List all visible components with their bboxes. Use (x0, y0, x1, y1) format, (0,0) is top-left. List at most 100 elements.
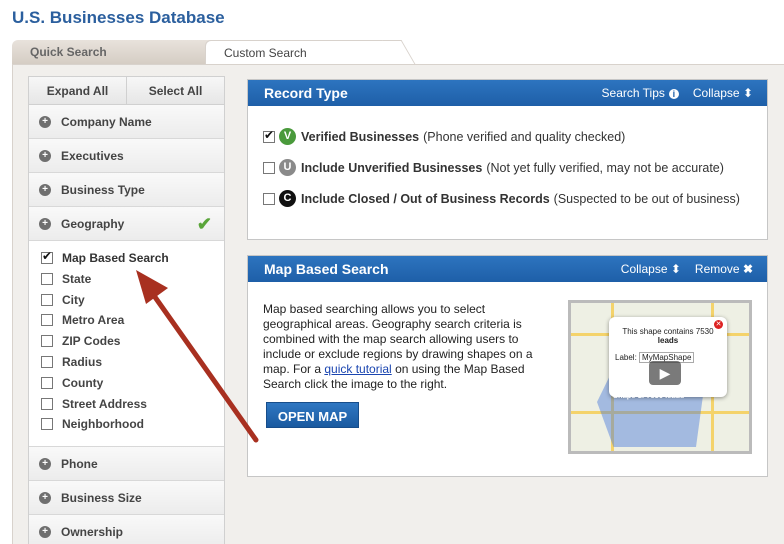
geo-option-label: County (62, 375, 104, 390)
checkbox[interactable] (41, 293, 53, 306)
checkbox[interactable] (41, 335, 53, 348)
criteria-sidebar: Expand All Select All + Company Name + E… (28, 76, 225, 544)
geo-option-county[interactable]: County (41, 376, 224, 397)
checkbox[interactable] (41, 249, 53, 264)
remove-label: Remove (694, 262, 740, 276)
geo-option-label: Metro Area (62, 313, 125, 328)
plus-circle-icon: + (39, 218, 51, 230)
sort-arrows-icon: ⬍ (742, 86, 753, 100)
checkbox[interactable] (263, 162, 275, 174)
remove-button[interactable]: Remove ✖ (695, 262, 753, 276)
green-checkmark-icon: ✔ (196, 214, 212, 234)
geo-option-zip-codes[interactable]: ZIP Codes (41, 334, 224, 355)
verified-badge-icon: V (279, 128, 296, 145)
checkbox[interactable] (41, 314, 53, 327)
record-type-verified[interactable]: V Verified Businesses (Phone verified an… (263, 128, 625, 145)
panel-header: Map Based Search Collapse ⬍ Remove ✖ (248, 256, 767, 282)
geo-option-radius[interactable]: Radius (41, 355, 224, 376)
geo-option-label: Street Address (62, 396, 147, 411)
popup-line: leads (657, 336, 679, 345)
map-search-description: Map based searching allows you to select… (263, 302, 548, 392)
plus-circle-icon: + (39, 150, 51, 162)
collapse-button[interactable]: Collapse ⬍ (621, 262, 681, 276)
map-shape-label: Shape 1: 7530 leads (613, 391, 685, 400)
popup-line: This shape contains 7530 (622, 327, 714, 336)
geo-option-label: Map Based Search (62, 251, 169, 265)
tab-quick-search[interactable]: Quick Search (12, 40, 229, 64)
panel-actions: Collapse ⬍ Remove ✖ (621, 262, 753, 276)
record-type-note: (Suspected to be out of business) (553, 191, 740, 206)
open-map-button[interactable]: OPEN MAP (266, 402, 359, 428)
sidebar-item-label: Executives (61, 149, 124, 163)
map-search-panel: Map Based Search Collapse ⬍ Remove ✖ Map… (247, 255, 768, 477)
search-tips-button[interactable]: Search Tips i (602, 86, 679, 100)
sidebar-item-executives[interactable]: + Executives (29, 139, 224, 173)
search-tabs: Quick Search Custom Search (12, 40, 784, 64)
close-icon: ✕ (714, 320, 723, 329)
sidebar-item-label: Business Size (61, 491, 142, 505)
panel-actions: Search Tips i Collapse ⬍ (602, 86, 753, 100)
quick-tutorial-link[interactable]: quick tutorial (324, 362, 391, 376)
sidebar-item-label: Phone (61, 457, 98, 471)
record-type-closed[interactable]: C Include Closed / Out of Business Recor… (263, 190, 740, 207)
geo-option-label: City (62, 292, 85, 307)
geography-options: Map Based Search State City Metro Area Z… (29, 241, 224, 447)
close-icon: ✖ (742, 262, 753, 276)
tab-custom-search[interactable]: Custom Search (205, 40, 395, 64)
geo-option-state[interactable]: State (41, 272, 224, 293)
search-tips-label: Search Tips (601, 86, 665, 100)
geo-option-metro-area[interactable]: Metro Area (41, 313, 224, 334)
sidebar-item-business-type[interactable]: + Business Type (29, 173, 224, 207)
geo-option-label: ZIP Codes (62, 334, 121, 349)
panel-title: Map Based Search (264, 261, 389, 277)
plus-circle-icon: + (39, 458, 51, 470)
map-tutorial-thumbnail[interactable]: ✕ This shape contains 7530 leads Label: … (568, 300, 752, 454)
map-shape-popup: ✕ This shape contains 7530 leads Label: … (609, 317, 727, 397)
geo-option-street-address[interactable]: Street Address (41, 397, 224, 418)
record-type-unverified[interactable]: U Include Unverified Businesses (Not yet… (263, 159, 724, 176)
sidebar-item-business-size[interactable]: + Business Size (29, 481, 224, 515)
geo-option-map-based-search[interactable]: Map Based Search (41, 249, 224, 272)
checkbox[interactable] (41, 418, 53, 431)
collapse-button[interactable]: Collapse ⬍ (693, 86, 753, 100)
sort-arrows-icon: ⬍ (670, 262, 681, 276)
checkbox[interactable] (41, 272, 53, 285)
checkbox[interactable] (41, 355, 53, 368)
geo-option-city[interactable]: City (41, 293, 224, 314)
sidebar-item-ownership[interactable]: + Ownership (29, 515, 224, 544)
expand-all-button[interactable]: Expand All (29, 77, 126, 104)
checkbox[interactable] (41, 376, 53, 389)
panel-title: Record Type (264, 85, 348, 101)
plus-circle-icon: + (39, 492, 51, 504)
geo-option-label: Neighborhood (62, 417, 144, 432)
info-icon: i (668, 89, 679, 99)
plus-circle-icon: + (39, 116, 51, 128)
closed-badge-icon: C (279, 190, 296, 207)
record-type-note: (Not yet fully verified, may not be accu… (486, 160, 724, 175)
panel-header: Record Type Search Tips i Collapse ⬍ (248, 80, 767, 106)
checkbox[interactable] (263, 128, 275, 143)
play-icon: ▶ (649, 361, 681, 385)
checkbox[interactable] (41, 397, 53, 410)
record-type-label: Include Unverified Businesses (301, 160, 483, 175)
sidebar-item-label: Ownership (61, 525, 124, 539)
record-type-label: Include Closed / Out of Business Records (301, 191, 550, 206)
sidebar-item-company-name[interactable]: + Company Name (29, 105, 224, 139)
collapse-label: Collapse (692, 86, 740, 100)
sidebar-item-phone[interactable]: + Phone (29, 447, 224, 481)
plus-circle-icon: + (39, 184, 51, 196)
sidebar-item-geography[interactable]: + Geography ✔ (29, 207, 224, 241)
plus-circle-icon: + (39, 526, 51, 538)
geo-option-label: Radius (62, 354, 103, 369)
record-type-panel: Record Type Search Tipsi Collapse ⬍ V Ve… (247, 79, 768, 240)
sidebar-toolbar: Expand All Select All (29, 77, 224, 105)
select-all-button[interactable]: Select All (126, 77, 224, 104)
geo-option-neighborhood[interactable]: Neighborhood (41, 417, 224, 438)
checkbox[interactable] (263, 193, 275, 205)
collapse-label: Collapse (620, 262, 668, 276)
sidebar-item-label: Geography (61, 217, 125, 231)
record-type-label: Verified Businesses (301, 129, 420, 144)
popup-label-prefix: Label: (615, 353, 637, 362)
geo-option-label: State (62, 271, 92, 286)
app-title: U.S. Businesses Database (12, 8, 225, 27)
